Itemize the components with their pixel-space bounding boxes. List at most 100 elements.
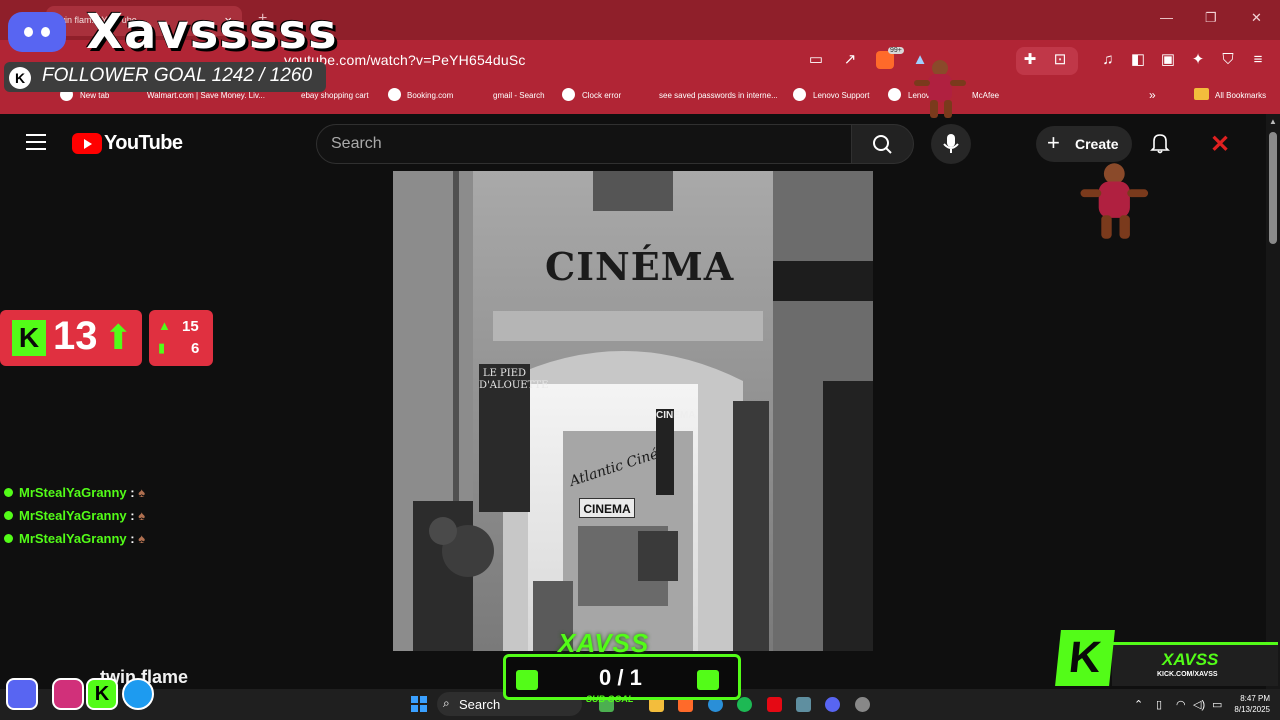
tray-chevron-icon[interactable]: ⌃ [1134, 698, 1143, 711]
bookmark-mcafee[interactable]: McAfee [972, 91, 999, 100]
stat-up-value: 15 [182, 318, 199, 335]
bookmark-walmart[interactable]: Walmart.com | Save Money. Liv... [147, 91, 265, 100]
vertical-cinema-sign: CINEMA [656, 409, 695, 495]
youtube-logo-icon[interactable] [72, 133, 102, 154]
kick-logo-icon: K [12, 320, 46, 356]
gift-icon [697, 670, 719, 690]
photos-icon[interactable] [796, 697, 811, 712]
lenovo-icon [888, 88, 901, 101]
channel-name: Xavsssss [86, 4, 338, 60]
media-icon[interactable]: ♫ [1098, 50, 1118, 70]
sidebar-icon[interactable]: ◧ [1128, 50, 1148, 70]
bar-chart-icon: ▮ [158, 340, 166, 355]
up-arrow-icon: ⬆ [104, 319, 133, 357]
bookmark-lenovo-support[interactable]: Lenovo Support [813, 91, 870, 100]
taskbar-search-icon: ⌕ [443, 696, 450, 710]
screen: twin flam... YouTube × + — ❐ ✕ youtube.c… [0, 0, 1280, 720]
gift-icon [516, 670, 538, 690]
chat-message: MrStealYaGranny : ♠ [4, 485, 145, 500]
windows-start-icon[interactable] [411, 696, 427, 712]
restore-icon[interactable]: ❐ [1205, 10, 1217, 26]
triangle-up-icon: ▲ [158, 318, 171, 333]
video-player[interactable] [393, 171, 873, 651]
sub-goal-count: 0 / 1 [599, 665, 642, 690]
close-window-icon[interactable]: ✕ [1251, 10, 1262, 26]
bookmark-booking[interactable]: Booking.com [407, 91, 453, 100]
bookmark-ebay[interactable]: ebay shopping cart [301, 91, 369, 100]
extensions-puzzle-icon[interactable]: ✚ [1020, 50, 1040, 70]
volume-icon[interactable]: ◁) [1193, 698, 1205, 711]
notifications-bell-icon[interactable] [1150, 132, 1170, 154]
chat-message: MrStealYaGranny : ♠ [4, 531, 145, 546]
follower-goal-text: FOLLOWER GOAL 1242 / 1260 [42, 65, 313, 86]
discord-logo-icon [8, 12, 66, 52]
discord-social-icon [6, 678, 38, 710]
folder-icon [1194, 88, 1209, 100]
monkey-emote-icon: ♠ [138, 508, 146, 523]
vpn-icon[interactable]: ⛉ [1218, 50, 1238, 70]
verified-icon [4, 534, 13, 543]
chat-sep: : [130, 531, 135, 546]
cinema-sign: CINÉMA [545, 244, 735, 289]
scroll-up-arrow-icon[interactable]: ▲ [1269, 117, 1277, 126]
spotify-icon[interactable] [737, 697, 752, 712]
verified-icon [4, 511, 13, 520]
search-placeholder: Search [331, 135, 382, 152]
more-bookmarks-icon[interactable]: » [1149, 88, 1156, 102]
minimize-icon[interactable]: — [1160, 10, 1173, 25]
search-icon [873, 135, 892, 154]
brave-badge: 99+ [888, 47, 904, 54]
brand-name: XAVSS [1162, 650, 1219, 669]
account-avatar[interactable]: ✕ [1210, 130, 1230, 159]
instagram-icon [52, 678, 84, 710]
bookmark-gmail-search[interactable]: gmail - Search [493, 91, 545, 100]
chat-user: MrStealYaGranny [19, 531, 127, 546]
plus-icon: + [1047, 130, 1060, 155]
cast-icon[interactable]: ▭ [806, 50, 826, 70]
battery-status-icon[interactable]: ▭ [1212, 698, 1222, 711]
brand-url: KICK.COM/XAVSS [1157, 671, 1218, 678]
wifi-icon[interactable]: ◠ [1176, 698, 1186, 711]
clock-date: 8/13/2025 [1234, 705, 1270, 714]
search-input[interactable] [316, 124, 852, 164]
twitter-icon [122, 678, 154, 710]
wallet-icon[interactable]: ▣ [1158, 50, 1178, 70]
monkey-sprite-icon [912, 58, 966, 120]
kick-social-icon: K [86, 678, 118, 710]
pied-alouette-sign: LE PIED D'ALOUETTE [479, 364, 548, 512]
bookmark-new-tab[interactable]: New tab [80, 91, 109, 100]
all-bookmarks[interactable]: All Bookmarks [1215, 91, 1266, 100]
chat-user: MrStealYaGranny [19, 485, 127, 500]
netflix-icon[interactable] [767, 697, 782, 712]
chat-sep: : [130, 485, 135, 500]
system-clock[interactable]: 8:47 PM 8/13/2025 [1230, 693, 1270, 715]
guide-menu-icon[interactable] [26, 134, 46, 150]
booking-icon [388, 88, 401, 101]
kick-brand-logo-icon: K [1055, 630, 1115, 686]
viewer-count: 13 [53, 314, 98, 358]
menu-icon[interactable]: ≡ [1248, 50, 1268, 70]
monkey-emote-icon: ♠ [138, 531, 146, 546]
discord-taskbar-icon[interactable] [825, 697, 840, 712]
search-button[interactable] [851, 124, 914, 164]
clock-time: 8:47 PM [1240, 694, 1270, 703]
verified-icon [4, 488, 13, 497]
scrollbar-thumb[interactable] [1269, 132, 1277, 244]
youtube-wordmark[interactable]: YouTube [104, 132, 183, 155]
share-icon[interactable]: ↗ [840, 50, 860, 70]
settings-gear-icon[interactable] [855, 697, 870, 712]
cinema-photo [393, 171, 873, 651]
bookmark-clock-error[interactable]: Clock error [582, 91, 621, 100]
reader-icon[interactable]: ⊡ [1050, 50, 1070, 70]
battery-icon[interactable]: ▯ [1156, 698, 1162, 711]
leo-ai-icon[interactable]: ✦ [1188, 50, 1208, 70]
sub-goal-label: SUB GOAL [586, 694, 634, 704]
microphone-icon [943, 134, 959, 153]
create-label: Create [1075, 136, 1119, 152]
bookmark-saved-passwords[interactable]: see saved passwords in interne... [659, 91, 778, 100]
lenovo-support-icon [793, 88, 806, 101]
chat-message: MrStealYaGranny : ♠ [4, 508, 145, 523]
stat-bars-value: 6 [191, 340, 200, 357]
voice-search-button[interactable] [931, 124, 971, 164]
chat-sep: : [130, 508, 135, 523]
